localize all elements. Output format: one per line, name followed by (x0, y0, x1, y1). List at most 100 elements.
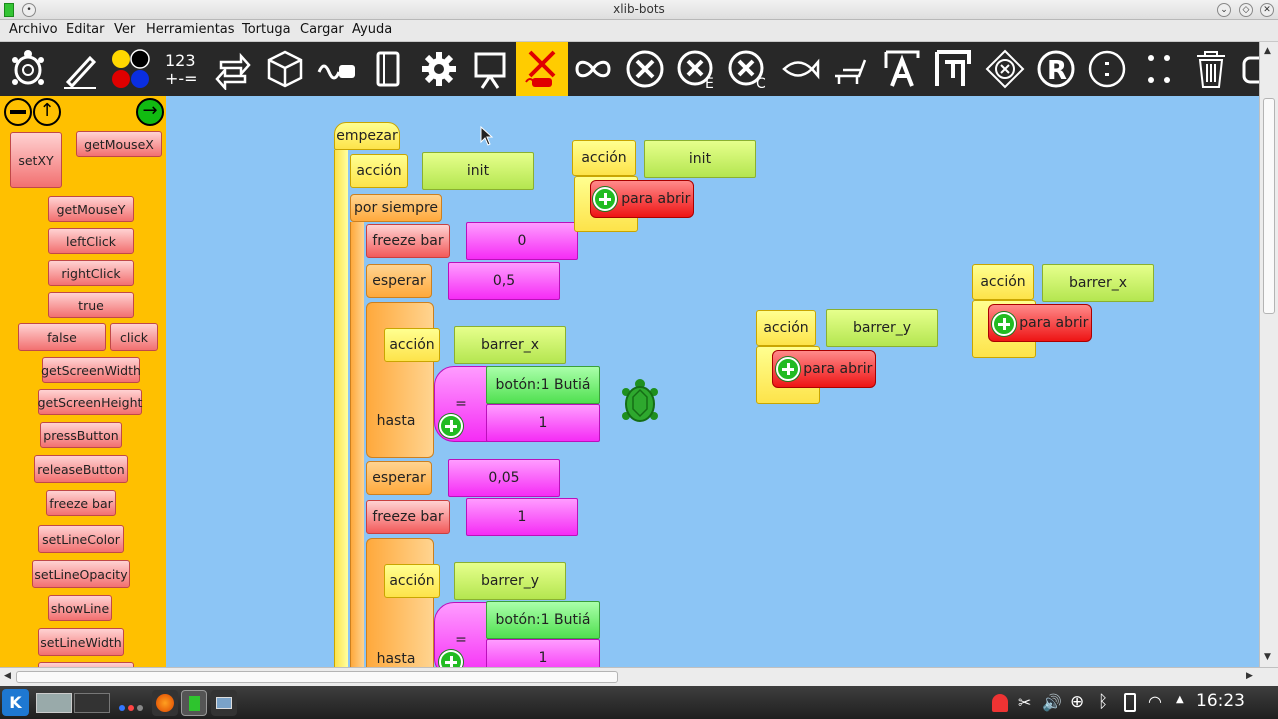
freeze-bar-value-1[interactable]: 0 (466, 222, 578, 260)
freeze-bar-value-2[interactable]: 1 (466, 498, 578, 536)
desktop-pager-1[interactable] (36, 693, 72, 713)
start-block[interactable]: empezar (334, 122, 400, 150)
media-icon[interactable] (362, 42, 414, 96)
palette-block-pressbutton[interactable]: pressButton (40, 422, 122, 448)
flow-icon[interactable] (207, 42, 259, 96)
wait-block-2[interactable]: esperar (366, 461, 432, 495)
tray-expand-icon[interactable]: ▲ (1176, 694, 1184, 705)
wait-value-1[interactable]: 0,5 (448, 262, 560, 300)
wait-block-1[interactable]: esperar (366, 264, 432, 298)
menu-tortuga[interactable]: Tortuga (242, 22, 291, 37)
menu-editar[interactable]: Editar (66, 22, 105, 37)
butia-icon[interactable] (516, 42, 568, 96)
firefox-icon[interactable] (152, 690, 178, 716)
dots-icon[interactable] (1133, 42, 1185, 96)
expand-icon[interactable] (593, 187, 617, 211)
close-button[interactable]: ✕ (1260, 3, 1274, 17)
expand-palette-icon[interactable]: → (136, 98, 164, 126)
stop-icon[interactable] (619, 42, 671, 96)
equals-value-1[interactable]: 1 (486, 404, 600, 442)
palette-block-setlinewidth[interactable]: setLineWidth (38, 628, 124, 656)
scroll-left-arrow-icon[interactable]: ◀ (4, 671, 11, 681)
sensors-icon[interactable] (311, 42, 363, 96)
volume-icon[interactable]: 🔊 (1042, 693, 1062, 712)
palette-block-setlineopacity[interactable]: setLineOpacity (32, 560, 130, 588)
palette-block-getmousex[interactable]: getMouseX (76, 131, 162, 157)
action-stack-init-name[interactable]: init (644, 140, 756, 178)
scroll-down-arrow-icon[interactable]: ▼ (1264, 652, 1271, 662)
file-manager-icon[interactable] (211, 690, 237, 716)
action-init-name[interactable]: init (422, 152, 534, 190)
scroll-right-arrow-icon[interactable]: ▶ (1246, 671, 1253, 681)
menu-ayuda[interactable]: Ayuda (352, 22, 392, 37)
blocks-icon[interactable] (259, 42, 311, 96)
expand-icon[interactable] (439, 414, 463, 438)
palette-block-click[interactable]: click (110, 323, 158, 351)
horizontal-scrollbar[interactable]: ◀ ▶ (0, 667, 1278, 686)
forever-block[interactable]: por siempre (350, 194, 442, 222)
palette-block-leftclick[interactable]: leftClick (48, 228, 134, 254)
registered-icon[interactable]: R (1030, 42, 1082, 96)
font-icon[interactable] (876, 42, 928, 96)
menu-ver[interactable]: Ver (114, 22, 135, 37)
desktop-pager-2[interactable] (74, 693, 110, 713)
kde-menu-icon[interactable]: K (2, 689, 29, 716)
action-barrer-x-name[interactable]: barrer_x (454, 326, 566, 364)
action-init-label[interactable]: acción (350, 154, 408, 188)
action-barrer-y-name[interactable]: barrer_y (454, 562, 566, 600)
action-stack-barrer-y-name[interactable]: barrer_y (826, 309, 938, 347)
block-canvas[interactable]: empezar acción init por siempre freeze b… (166, 96, 1259, 667)
action-stack-init-label[interactable]: acción (572, 140, 636, 176)
turtle-sprite[interactable] (620, 378, 660, 426)
clock[interactable]: 16:23 (1196, 691, 1245, 711)
palette-block-setlinecolor[interactable]: setLineColor (38, 525, 124, 553)
fullscreen-icon[interactable] (1232, 42, 1259, 96)
freeze-bar-block-1[interactable]: freeze bar (366, 224, 450, 258)
palette-block-getscreenwidth[interactable]: getScreenWidth (41, 357, 141, 383)
action-stack-barrer-x-name[interactable]: barrer_x (1042, 264, 1154, 302)
ellipsis-icon[interactable] (1081, 42, 1133, 96)
wait-value-2[interactable]: 0,05 (448, 459, 560, 497)
clear-icon[interactable]: C (722, 42, 774, 96)
extras-icon[interactable] (413, 42, 465, 96)
trash-icon[interactable] (1185, 42, 1237, 96)
scissors-icon[interactable]: ✂ (1018, 693, 1031, 712)
maximize-button[interactable]: ◇ (1239, 3, 1253, 17)
fish-icon[interactable] (774, 42, 826, 96)
palette-block-releasebutton[interactable]: releaseButton (34, 455, 128, 483)
button-sensor-1[interactable]: botón:1 Butiá (486, 366, 600, 404)
vertical-scroll-thumb[interactable] (1263, 98, 1275, 314)
vertical-scrollbar[interactable]: ▲ ▼ (1259, 42, 1278, 667)
colors-icon[interactable] (104, 42, 156, 96)
minimize-button[interactable]: ⌄ (1217, 3, 1231, 17)
network-icon[interactable]: ⊕ (1070, 692, 1084, 712)
palette-block-getmousey[interactable]: getMouseY (48, 196, 134, 222)
pen-icon[interactable] (54, 42, 106, 96)
menu-archivo[interactable]: Archivo (9, 22, 58, 37)
presentation-icon[interactable] (464, 42, 516, 96)
beach-icon[interactable] (825, 42, 877, 96)
ghost-icon[interactable] (992, 694, 1008, 712)
action-barrer-y-label[interactable]: acción (384, 564, 440, 598)
up-arrow-icon[interactable]: ↑ (33, 98, 61, 126)
expand-icon[interactable] (992, 312, 1016, 336)
button-sensor-2[interactable]: botón:1 Butiá (486, 601, 600, 639)
grid-icon[interactable] (927, 42, 979, 96)
expand-icon[interactable] (439, 650, 463, 667)
palette-block-setxy[interactable]: setXY (10, 132, 62, 188)
infinity-icon[interactable] (567, 42, 619, 96)
freeze-bar-block-2[interactable]: freeze bar (366, 500, 450, 534)
horizontal-scroll-thumb[interactable] (16, 671, 618, 683)
menu-herramientas[interactable]: Herramientas (146, 22, 235, 37)
action-stack-barrer-x-label[interactable]: acción (972, 264, 1034, 300)
diamond-stop-icon[interactable] (979, 42, 1031, 96)
turtle-app-icon[interactable] (181, 690, 207, 716)
palette-block-showline[interactable]: showLine (48, 595, 112, 621)
wifi-icon[interactable]: ◠ (1148, 692, 1162, 711)
palette-block-rightclick[interactable]: rightClick (48, 260, 134, 286)
equals-value-2[interactable]: 1 (486, 639, 600, 667)
expand-icon[interactable] (776, 357, 800, 381)
palette-block-getscreenheight[interactable]: getScreenHeight (38, 389, 142, 415)
battery-icon[interactable] (1124, 693, 1136, 712)
erase-icon[interactable]: E (671, 42, 723, 96)
